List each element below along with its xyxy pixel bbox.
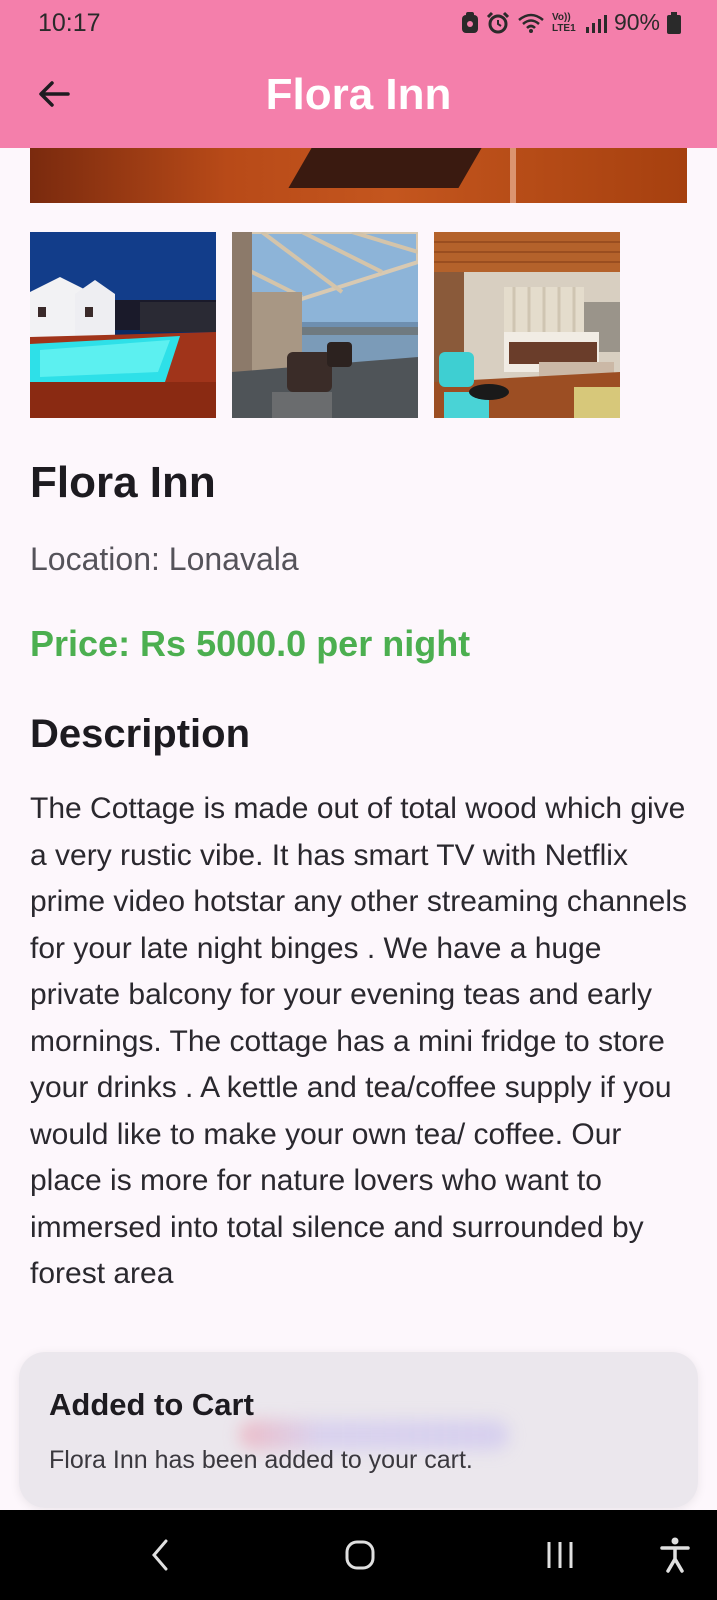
wifi-icon: [518, 13, 544, 33]
hero-image: [30, 148, 687, 203]
status-bar: 10:17 Vo)) LTE1 90%: [0, 0, 717, 44]
nav-accessibility-icon[interactable]: [645, 1510, 705, 1600]
snackbar-message: Flora Inn has been added to your cart.: [49, 1446, 473, 1474]
app-bar: Flora Inn: [0, 44, 717, 148]
thumbnail-gallery: [30, 232, 620, 418]
notification-icon: [461, 11, 478, 33]
signal-icon: [585, 14, 607, 33]
hotel-name: Flora Inn: [30, 458, 216, 507]
status-icons: Vo)) LTE1 90%: [461, 9, 681, 36]
app-bar-title: Flora Inn: [265, 70, 452, 119]
balcony-thumbnail[interactable]: [232, 232, 418, 418]
nav-recents-icon[interactable]: [530, 1510, 590, 1600]
nav-home-icon[interactable]: [330, 1510, 390, 1600]
network-label: Vo)) LTE1: [551, 11, 576, 34]
battery-icon: [667, 11, 681, 34]
pool-thumbnail[interactable]: [30, 232, 216, 418]
description-heading: Description: [30, 712, 251, 756]
added-to-cart-snackbar: Added to Cart Flora Inn has been added t…: [19, 1352, 698, 1508]
system-nav-bar: [0, 1510, 717, 1600]
nav-back-icon[interactable]: [130, 1510, 190, 1600]
alarm-icon: [486, 11, 510, 33]
battery-percent: 90%: [613, 9, 660, 35]
snackbar-title: Added to Cart: [49, 1387, 254, 1422]
description-text: The Cottage is made out of total wood wh…: [30, 792, 688, 1290]
hotel-location: Location: Lonavala: [30, 541, 299, 577]
hotel-price: Price: Rs 5000.0 per night: [30, 623, 471, 664]
bedroom-thumbnail[interactable]: [434, 232, 620, 418]
status-time: 10:17: [38, 9, 101, 37]
